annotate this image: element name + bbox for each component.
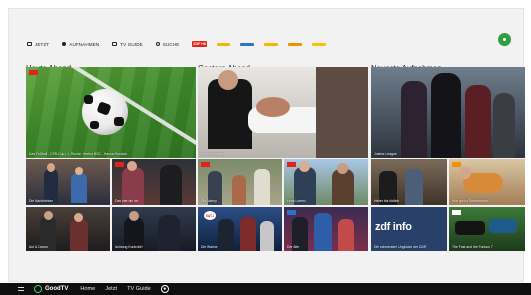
tile-neueste-2[interactable]: Wie gut ist Deutschland? (449, 159, 525, 205)
brand-name: GoodTV (45, 286, 69, 292)
nav-aufnahmen-label: AUFNAHMEN (69, 41, 100, 47)
tile-gestern-4[interactable]: Der Alte (284, 207, 368, 251)
profile-icon (503, 38, 506, 41)
channel-logo-6[interactable] (312, 42, 327, 46)
tile-caption: Die Nachrichten (29, 199, 54, 203)
zdfinfo-logo: zdf info (375, 221, 412, 233)
tile-neueste-main[interactable]: Justice League (371, 67, 525, 158)
accessibility-icon[interactable]: ● (160, 285, 169, 293)
tile-caption: Die Verfolgung (201, 152, 224, 156)
tile-caption: Achtung Kontrolle! (115, 245, 143, 249)
tile-caption: Auf & Davon (29, 245, 49, 249)
channel-badge (452, 210, 461, 215)
guide-icon (112, 42, 118, 46)
tile-caption: Das Fußball - DFB-Cup | 1. Runde, Hertha… (29, 152, 127, 156)
tile-heute-main[interactable]: Das Fußball - DFB-Cup | 1. Runde, Hertha… (26, 67, 196, 158)
football-image (82, 89, 128, 135)
tile-caption: Heiter bis tödlich (374, 199, 400, 203)
channel-logo-3[interactable] (240, 42, 255, 46)
channel-logo-4[interactable] (264, 42, 279, 46)
tile-caption: The Fast and the Furious 7 (452, 245, 493, 249)
tile-caption: Die Nanny (201, 199, 217, 203)
nav-aufnahmen[interactable]: AUFNAHMEN (62, 42, 99, 47)
tile-caption: Wie gut ist Deutschland? (452, 199, 490, 203)
tile-gestern-2[interactable]: Lena Lorenz (284, 159, 368, 205)
goodtv-logo-icon (34, 285, 42, 293)
tile-caption: Das hier bin ich (115, 199, 139, 203)
tile-gestern-1[interactable]: Die Nanny (198, 159, 282, 205)
tile-heute-4[interactable]: Achtung Kontrolle! (112, 207, 196, 251)
channel-badge (287, 162, 296, 167)
channel-badge (287, 210, 296, 215)
tile-caption: Lena Lorenz (287, 199, 306, 203)
top-navigation: JETZT AUFNAHMEN TV GUIDE SUCHE ZDF HD (27, 37, 336, 51)
tile-neueste-1[interactable]: Heiter bis tödlich (371, 159, 447, 205)
tile-caption: Die Wache (201, 245, 218, 249)
tile-neueste-3[interactable]: zdf info Die schwersten Unglücke der DDR (371, 207, 447, 251)
tile-caption: Justice League (374, 152, 397, 156)
channel-badge (452, 162, 461, 167)
tile-heute-3[interactable]: Auf & Davon (26, 207, 110, 251)
bottom-link-jetzt[interactable]: Jetzt (105, 286, 117, 292)
nav-suche-label: SUCHE (162, 41, 180, 47)
nav-tv-guide-label: TV GUIDE (120, 41, 143, 47)
nav-tv-guide[interactable]: TV GUIDE (112, 42, 143, 47)
tile-caption: Der Alte (287, 245, 300, 249)
tv-icon (27, 42, 32, 46)
channel-logo-2[interactable] (217, 42, 231, 46)
tile-neueste-4[interactable]: The Fast and the Furious 7 (449, 207, 525, 251)
profile-avatar[interactable] (498, 33, 511, 46)
channel-badge (115, 162, 124, 167)
bottom-link-home[interactable]: Home (80, 286, 95, 292)
bottom-link-tv-guide[interactable]: TV Guide (127, 286, 151, 292)
channel-badge (201, 162, 210, 167)
sat1-logo: SAT.1 (204, 211, 216, 220)
tile-gestern-3[interactable]: SAT.1 Die Wache (198, 207, 282, 251)
tile-gestern-main[interactable]: Die Verfolgung (198, 67, 368, 158)
nav-jetzt-label: JETZT (35, 41, 50, 47)
nav-jetzt[interactable]: JETZT (27, 42, 49, 47)
nav-suche[interactable]: SUCHE (155, 41, 180, 47)
record-icon (62, 42, 67, 46)
tile-heute-2[interactable]: Das hier bin ich (112, 159, 196, 205)
app-screen: JETZT AUFNAHMEN TV GUIDE SUCHE ZDF HD He… (8, 8, 525, 282)
channel-logo-zdf[interactable]: ZDF HD (192, 41, 208, 47)
bottom-bar: GoodTV Home Jetzt TV Guide ● (0, 283, 531, 295)
tile-caption: Die schwersten Unglücke der DDR (374, 245, 427, 249)
tile-heute-1[interactable]: Die Nachrichten (26, 159, 110, 205)
channel-badge (29, 70, 38, 75)
search-icon (155, 42, 160, 46)
channel-logo-5[interactable] (288, 42, 303, 46)
menu-icon[interactable] (18, 287, 24, 291)
